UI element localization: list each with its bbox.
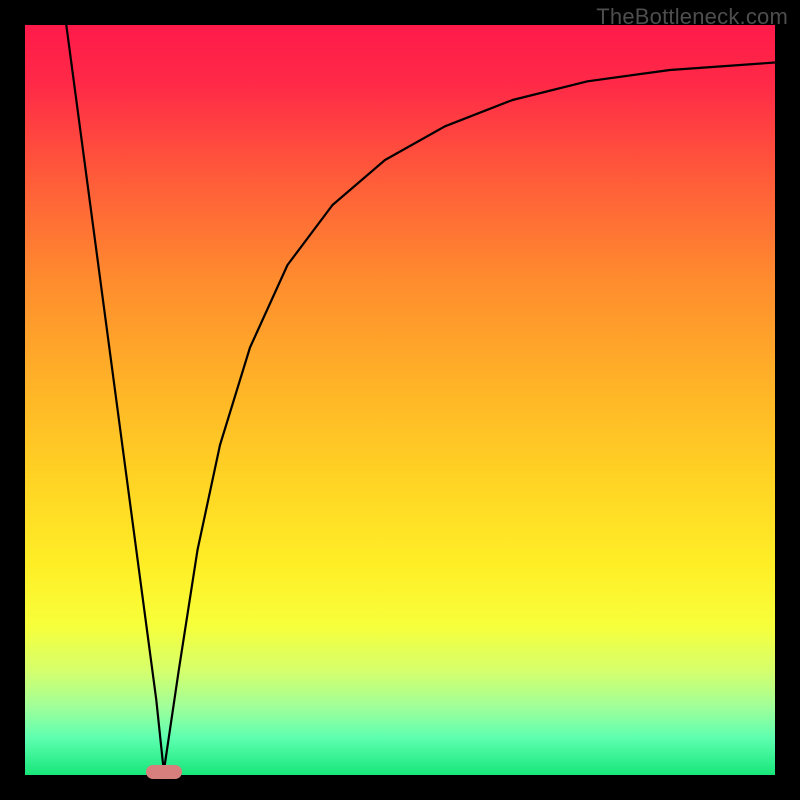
bottleneck-curve bbox=[25, 25, 775, 775]
watermark-text: TheBottleneck.com bbox=[596, 4, 788, 30]
chart-frame: TheBottleneck.com bbox=[0, 0, 800, 800]
plot-area bbox=[25, 25, 775, 775]
curve-path bbox=[66, 25, 775, 771]
optimum-marker bbox=[146, 765, 182, 779]
